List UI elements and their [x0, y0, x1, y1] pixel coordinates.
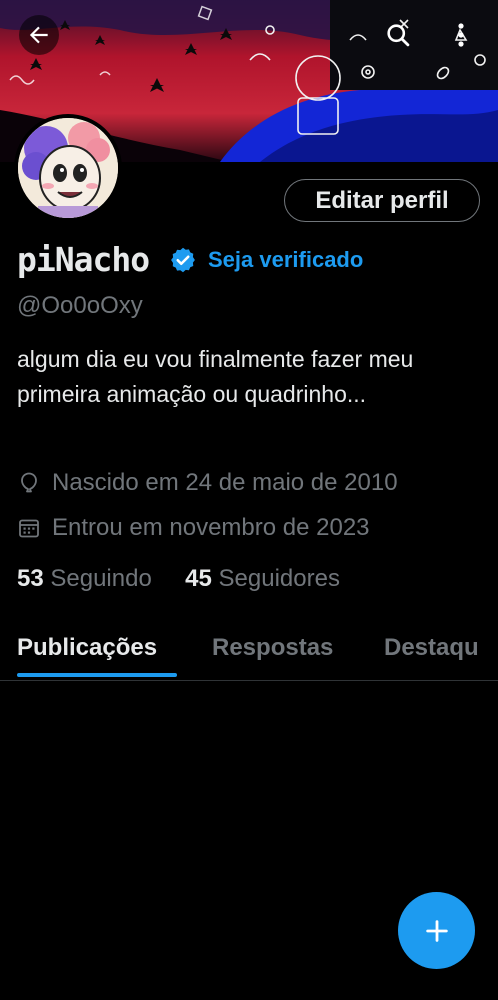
avatar[interactable]: [14, 114, 122, 222]
followers-link[interactable]: 45 Seguidores: [185, 565, 340, 592]
profile-handle: @Oo0oOxy: [17, 292, 143, 319]
back-button[interactable]: [19, 15, 59, 55]
edit-profile-button[interactable]: Editar perfil: [284, 179, 480, 222]
following-label: Seguindo: [50, 565, 152, 592]
following-link[interactable]: 53 Seguindo: [17, 565, 152, 592]
more-options-button[interactable]: [441, 15, 481, 55]
profile-bio: algum dia eu vou finalmente fazer meu pr…: [17, 346, 414, 407]
join-date-row: Entrou em novembro de 2023: [17, 514, 370, 542]
birth-date-text: Nascido em 24 de maio de 2010: [52, 469, 398, 496]
get-verified-link[interactable]: Seja verificado: [208, 247, 363, 273]
follow-stats: 53 Seguindo 45 Seguidores: [17, 565, 340, 593]
plus-icon: [423, 917, 451, 945]
tab-replies[interactable]: Respostas: [212, 634, 333, 662]
followers-label: Seguidores: [218, 565, 340, 592]
profile-tabs: Publicações Respostas Destaqu: [0, 620, 498, 681]
tab-posts[interactable]: Publicações: [17, 634, 157, 662]
calendar-icon: [17, 516, 41, 540]
search-icon: [384, 21, 412, 49]
search-button[interactable]: [378, 15, 418, 55]
balloon-icon: [17, 471, 41, 495]
birth-date-row: Nascido em 24 de maio de 2010: [17, 469, 398, 497]
arrow-left-icon: [26, 22, 52, 48]
more-vertical-icon: [449, 21, 473, 49]
tab-highlights[interactable]: Destaqu: [384, 634, 479, 662]
followers-count: 45: [185, 565, 212, 592]
active-tab-indicator: [17, 673, 177, 677]
display-name: piNacho: [17, 240, 150, 279]
verified-badge-icon[interactable]: [169, 246, 197, 274]
following-count: 53: [17, 565, 44, 592]
join-date-text: Entrou em novembro de 2023: [52, 514, 370, 541]
compose-button[interactable]: [398, 892, 475, 969]
